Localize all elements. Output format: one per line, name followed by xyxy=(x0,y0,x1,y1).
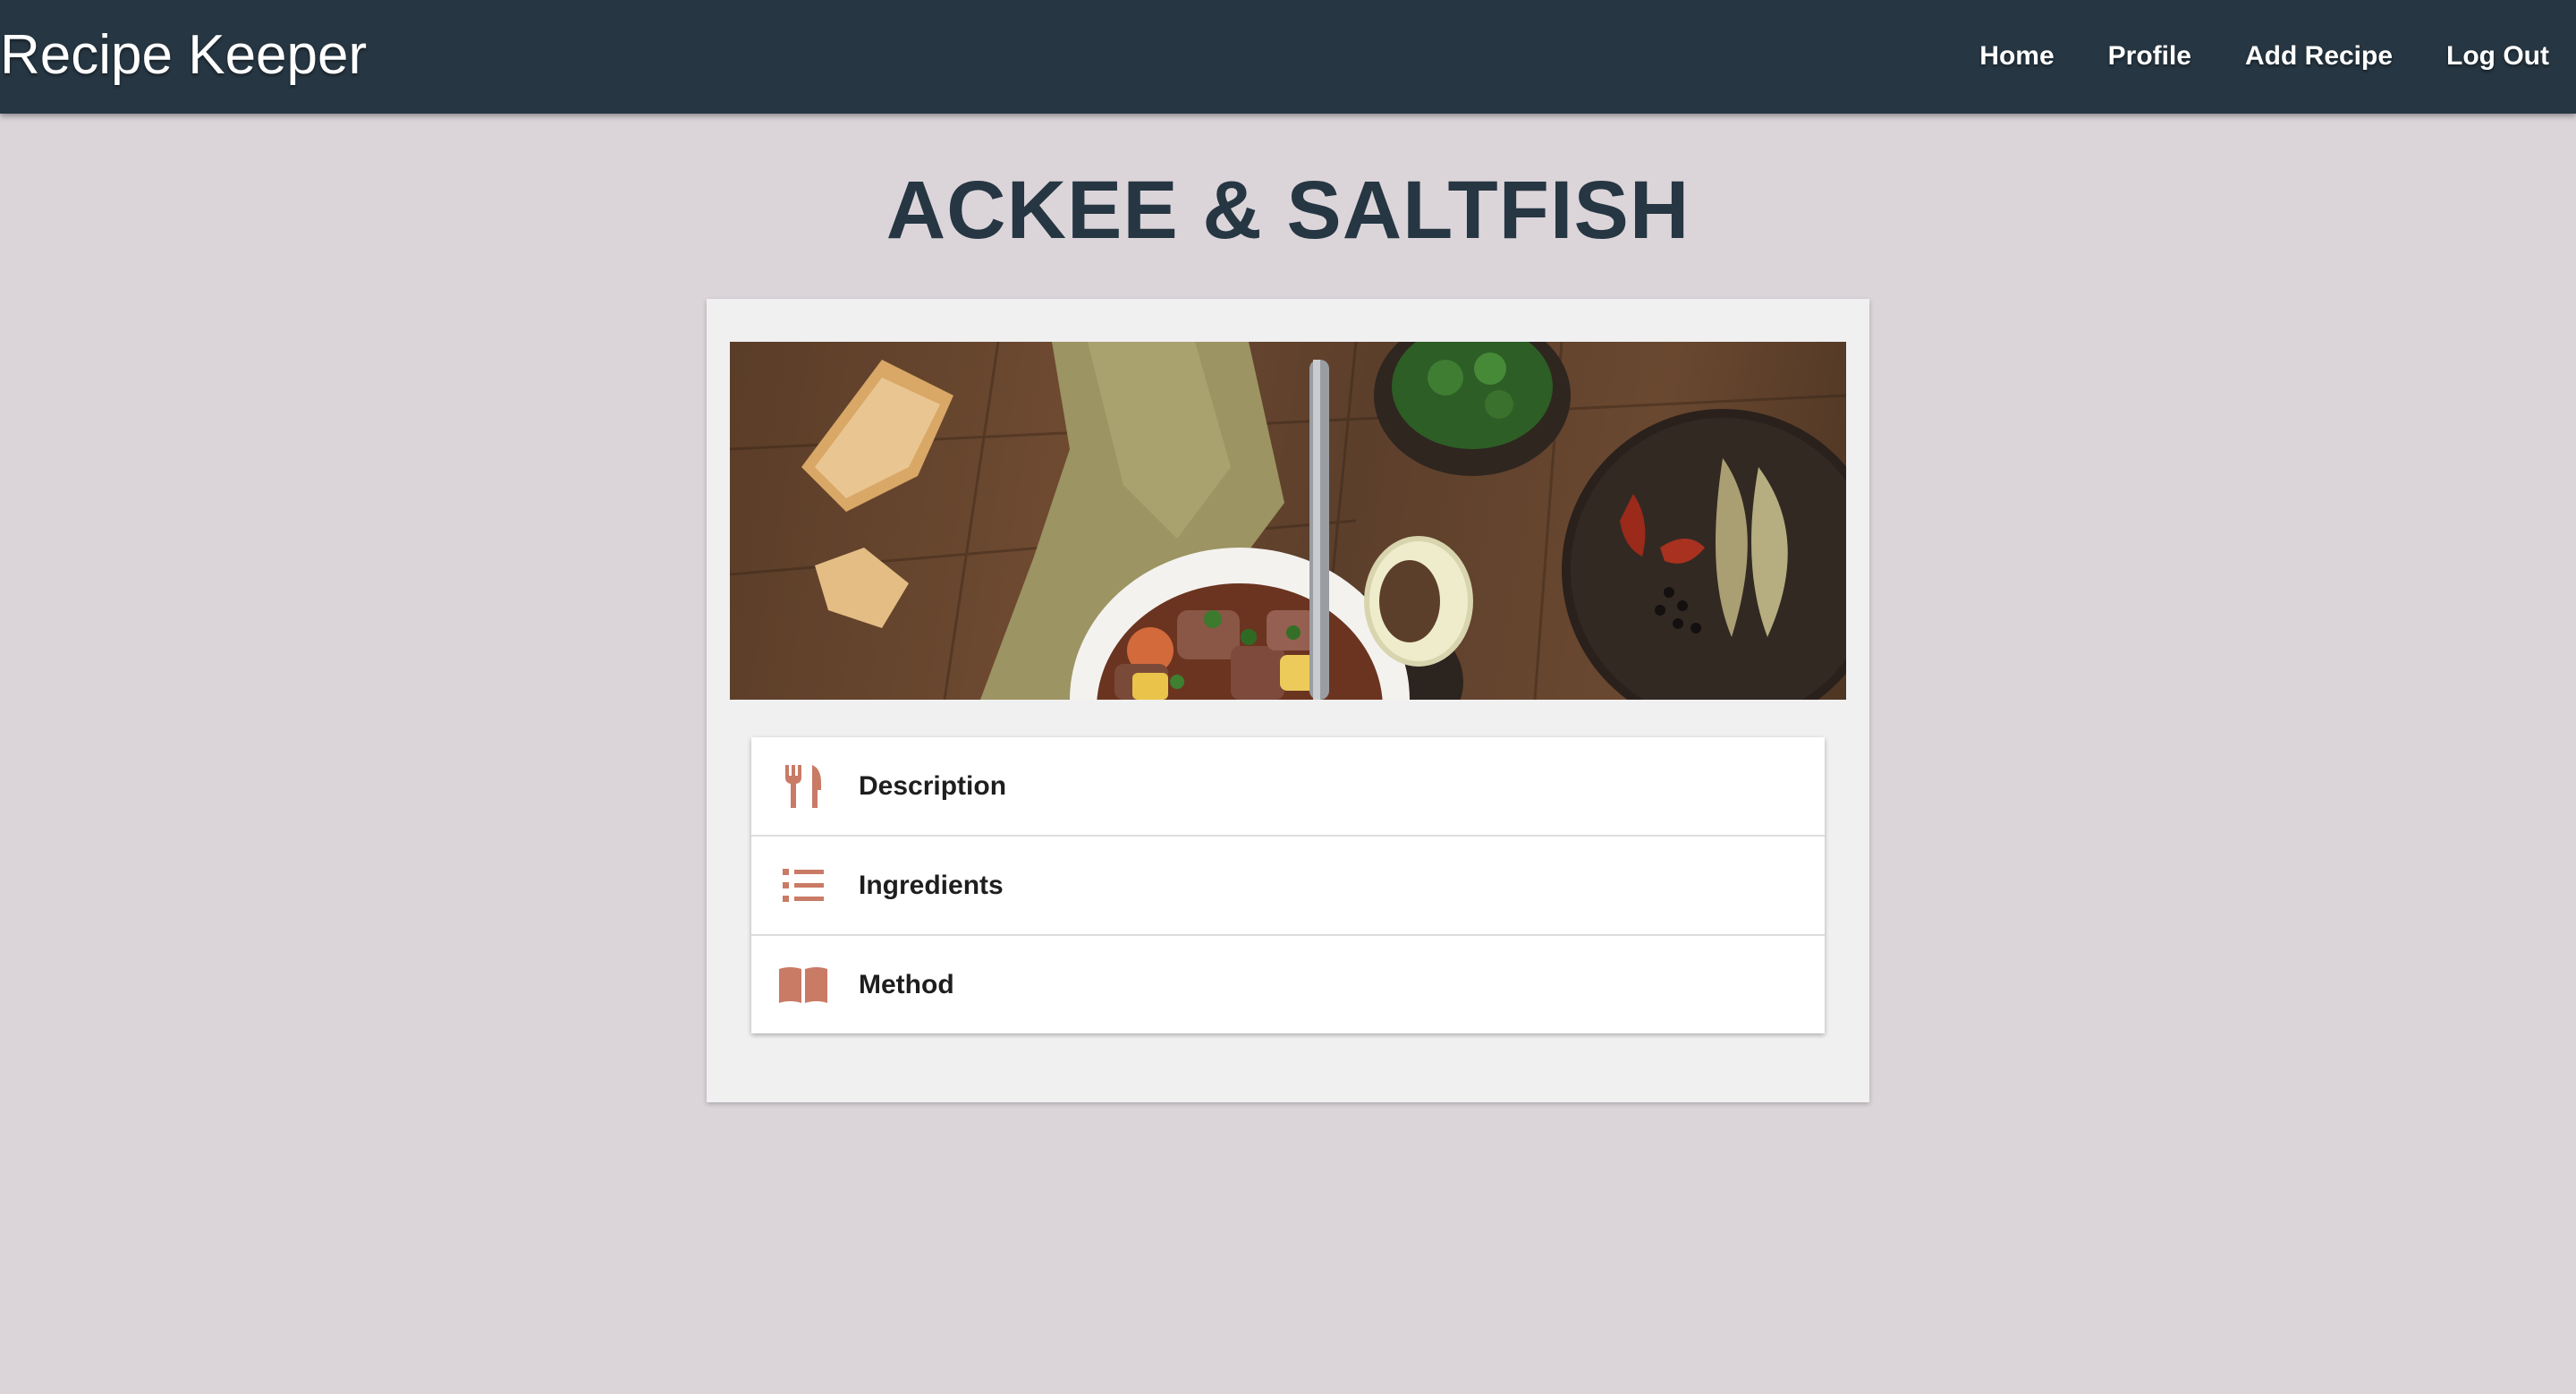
recipe-card: Description Ingredients Method xyxy=(707,299,1869,1102)
nav-link-add-recipe[interactable]: Add Recipe xyxy=(2245,36,2393,77)
nav-link-home[interactable]: Home xyxy=(1979,36,2054,77)
section-description[interactable]: Description xyxy=(751,737,1825,837)
section-method-label: Method xyxy=(859,969,954,999)
nav-links: Home Profile Add Recipe Log Out xyxy=(1979,36,2549,77)
list-icon xyxy=(776,859,830,913)
page-title: ACKEE & SALTFISH xyxy=(886,165,1690,256)
open-book-icon xyxy=(776,958,830,1012)
section-ingredients-label: Ingredients xyxy=(859,870,1004,900)
nav-link-profile[interactable]: Profile xyxy=(2108,36,2191,77)
restaurant-icon xyxy=(776,760,830,813)
top-navbar: Recipe Keeper Home Profile Add Recipe Lo… xyxy=(0,0,2576,114)
nav-link-log-out[interactable]: Log Out xyxy=(2446,36,2549,77)
recipe-image xyxy=(730,342,1846,700)
recipe-sections: Description Ingredients Method xyxy=(751,737,1825,1033)
section-description-label: Description xyxy=(859,770,1007,801)
brand-logo[interactable]: Recipe Keeper xyxy=(0,18,367,93)
section-ingredients[interactable]: Ingredients xyxy=(751,837,1825,936)
section-method[interactable]: Method xyxy=(751,936,1825,1033)
